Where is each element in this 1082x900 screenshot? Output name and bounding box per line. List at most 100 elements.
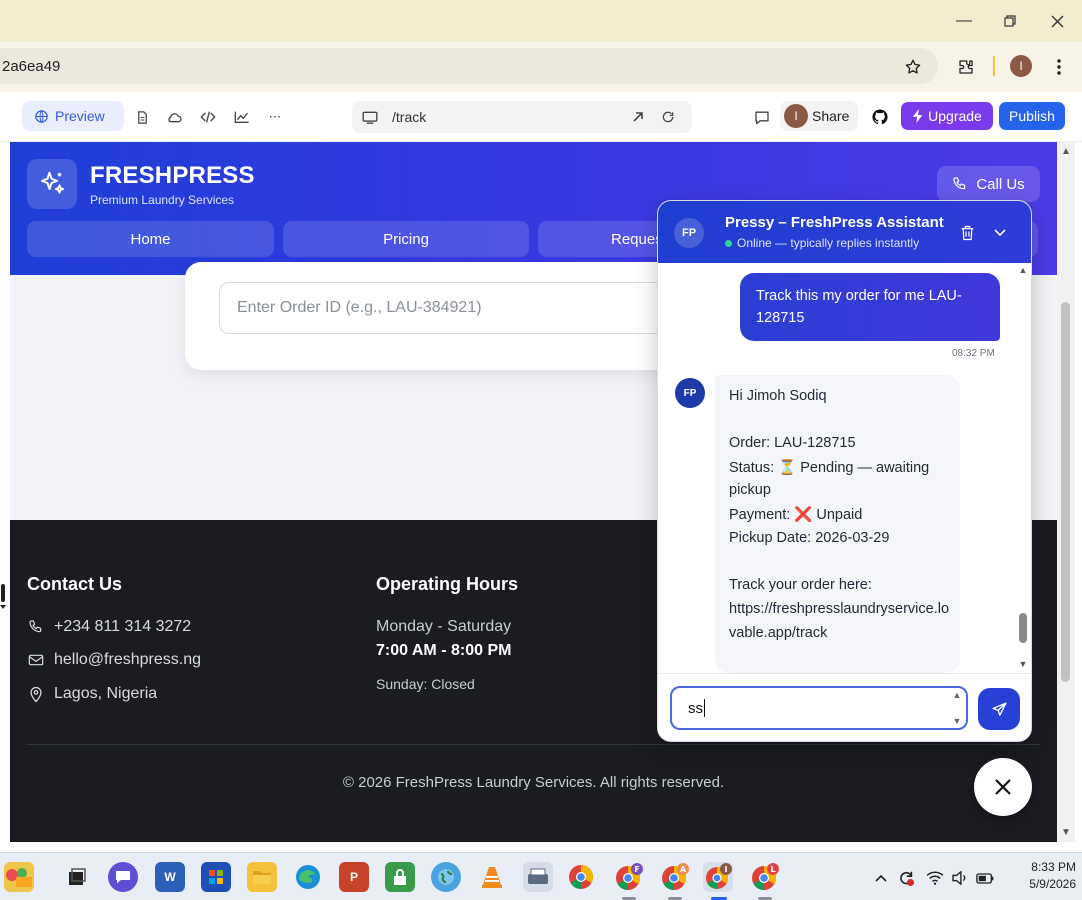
vlc-icon[interactable] [477, 862, 507, 892]
publish-button[interactable]: Publish [999, 102, 1065, 130]
close-chat-button[interactable] [974, 758, 1032, 816]
sunday-text: Sunday: Closed [376, 676, 475, 692]
chat-scrollbar[interactable]: ▲ ▼ [1016, 263, 1030, 673]
map-pin-icon [27, 685, 45, 703]
page-scroll-up-icon[interactable]: ▲ [1060, 145, 1072, 157]
system-clock[interactable]: 8:33 PM 5/9/2026 [1004, 859, 1076, 893]
profile-avatar[interactable]: I [1010, 55, 1032, 77]
editor-toolbar: Preview ⋯ /track I Share Upgrade Publish [0, 92, 1082, 142]
footer-email-text: hello@freshpress.ng [54, 651, 201, 668]
close-window-icon[interactable] [1042, 8, 1072, 34]
chat-input-value: ss [688, 699, 703, 717]
mail-icon [27, 651, 45, 669]
nav-home[interactable]: Home [27, 221, 274, 257]
chrome-profile-f-icon[interactable]: F [614, 862, 644, 892]
minimize-icon[interactable]: — [949, 8, 979, 34]
nav-pricing-label: Pricing [383, 230, 429, 248]
page-scroll-thumb[interactable] [1061, 302, 1070, 682]
input-resize-stepper[interactable]: ▲ ▼ [950, 690, 964, 726]
user-message-time: 08:32 PM [952, 348, 995, 359]
bot-track-link-cont[interactable]: vable.app/track [729, 625, 827, 641]
open-external-icon[interactable] [628, 107, 648, 127]
page-scrollbar[interactable]: ▲ ▼ [1057, 142, 1075, 842]
send-button[interactable] [978, 688, 1020, 730]
chrome-icon[interactable] [566, 862, 596, 892]
nav-request-label: Reques [611, 230, 663, 248]
brand-subtitle: Premium Laundry Services [90, 193, 235, 207]
bot-track-link[interactable]: https://freshpresslaundryservice.lo [729, 601, 949, 617]
share-button[interactable]: I Share [780, 101, 858, 131]
star-icon[interactable] [901, 55, 925, 79]
chrome-profile-i-icon[interactable]: I [703, 862, 733, 892]
sync-alert-icon[interactable] [896, 868, 916, 888]
restore-icon[interactable] [995, 8, 1025, 34]
browser-titlebar: — [0, 0, 1082, 42]
widgets-icon[interactable] [4, 862, 34, 892]
github-icon[interactable] [868, 105, 892, 129]
analytics-icon[interactable] [230, 105, 254, 129]
chat-message-input[interactable]: ss ▲ ▼ [670, 686, 968, 730]
scroll-down-icon[interactable]: ▼ [1018, 659, 1028, 669]
footer-email[interactable]: hello@freshpress.ng [27, 651, 201, 669]
refresh-icon[interactable] [658, 107, 678, 127]
call-us-button[interactable]: Call Us [937, 166, 1040, 202]
nav-pricing[interactable]: Pricing [283, 221, 529, 257]
file-explorer-icon[interactable] [247, 862, 277, 892]
route-bar[interactable]: /track [352, 101, 692, 133]
chrome-profile-l-icon[interactable]: L [750, 862, 780, 892]
chevron-down-icon[interactable] [990, 223, 1010, 243]
weekday-hours-text: 7:00 AM - 8:00 PM [376, 642, 512, 659]
chat-bubble-icon[interactable] [750, 105, 774, 129]
menu-kebab-icon[interactable] [1047, 55, 1071, 79]
cloud-icon[interactable] [163, 105, 187, 129]
bot-order-line: Order: LAU-128715 [729, 435, 856, 451]
address-bar[interactable]: 2a6ea49 [0, 48, 938, 84]
word-icon[interactable]: W [155, 862, 185, 892]
chat-widget: FP Pressy – FreshPress Assistant Online … [657, 200, 1032, 742]
brand-title[interactable]: FRESHPRESS [90, 162, 255, 190]
upgrade-button[interactable]: Upgrade [901, 102, 993, 130]
wifi-icon[interactable] [925, 868, 945, 888]
powerpoint-icon[interactable]: P [339, 862, 369, 892]
windows-taskbar: W P F A I L 8:33 PM 5/9/2026 [0, 852, 1082, 900]
weekdays-text: Monday - Saturday [376, 618, 512, 635]
chrome-profile-a-icon[interactable]: A [660, 862, 690, 892]
code-icon[interactable] [196, 105, 220, 129]
monitor-icon[interactable] [360, 107, 380, 127]
battery-icon[interactable] [975, 868, 995, 888]
globe-app-icon[interactable] [431, 862, 461, 892]
page-scroll-down-icon[interactable]: ▼ [1060, 826, 1072, 838]
user-message: Track this my order for me LAU-128715 [740, 273, 1000, 341]
bot-payment-line: Payment: ❌ Unpaid [729, 507, 863, 523]
store-icon[interactable] [201, 862, 231, 892]
chat-composer: ss ▲ ▼ [658, 673, 1031, 741]
file-icon[interactable] [130, 105, 154, 129]
toolbar-separator [993, 56, 995, 76]
globe-icon [35, 109, 48, 123]
chat-header: FP Pressy – FreshPress Assistant Online … [658, 201, 1031, 263]
sparkle-logo-icon [27, 159, 77, 209]
chat-messages: Track this my order for me LAU-128715 08… [658, 263, 1031, 673]
chat-status: Online — typically replies instantly [725, 236, 919, 250]
bot-avatar: FP [675, 378, 705, 408]
extensions-icon[interactable] [954, 55, 978, 79]
footer-phone[interactable]: +234 811 314 3272 [27, 618, 191, 636]
order-id-input[interactable]: Enter Order ID (e.g., LAU-384921) [219, 282, 699, 334]
more-icon[interactable]: ⋯ [263, 105, 287, 129]
scanner-app-icon[interactable] [523, 862, 553, 892]
teams-chat-icon[interactable] [108, 862, 138, 892]
volume-icon[interactable] [950, 868, 970, 888]
svg-text:F: F [634, 865, 639, 874]
footer-location: Lagos, Nigeria [27, 685, 157, 703]
panel-resize-handle[interactable] [0, 584, 6, 612]
trash-icon[interactable] [957, 223, 977, 243]
chat-title: Pressy – FreshPress Assistant [725, 214, 944, 231]
preview-button[interactable]: Preview [22, 101, 124, 131]
lock-app-icon[interactable] [385, 862, 415, 892]
tray-chevron-up-icon[interactable] [871, 868, 891, 888]
phone-icon [953, 177, 966, 190]
chat-scroll-thumb[interactable] [1019, 613, 1027, 643]
task-view-icon[interactable] [62, 862, 92, 892]
scroll-up-icon[interactable]: ▲ [1018, 265, 1028, 275]
edge-icon[interactable] [293, 862, 323, 892]
